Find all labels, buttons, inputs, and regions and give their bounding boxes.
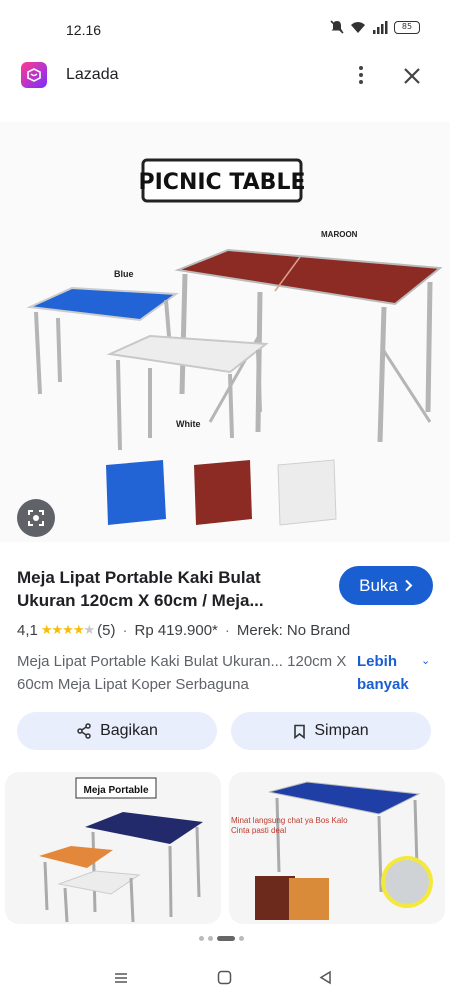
dot-icon	[359, 73, 363, 77]
carousel-dot	[199, 936, 204, 941]
blue-table-top	[26, 286, 179, 322]
result-description: Meja Lipat Portable Kaki Bulat Ukuran...…	[17, 653, 347, 693]
price: Rp 419.900*	[134, 622, 218, 639]
product-image[interactable]: PICNIC TABLE MAROON Blue White	[0, 122, 450, 542]
maroon-swatch	[194, 460, 252, 525]
carousel-indicator	[199, 936, 244, 941]
carousel-dot	[239, 936, 244, 941]
close-icon[interactable]	[398, 62, 426, 90]
review-count: (5)	[97, 622, 116, 639]
result-title[interactable]: Meja Lipat Portable Kaki Bulat Ukuran 12…	[17, 566, 322, 612]
related-caption: Minat langsung chat ya Bos Kalo Cinta pa…	[231, 816, 348, 835]
carousel-dot	[208, 936, 213, 941]
chevron-right-icon	[405, 579, 413, 592]
lazada-logo-icon	[21, 62, 47, 88]
dot-icon	[359, 80, 363, 84]
maroon-label: MAROON	[321, 230, 358, 239]
save-button[interactable]: Simpan	[231, 712, 431, 750]
signal-icon	[373, 20, 388, 34]
picnic-table-illustration: PICNIC TABLE MAROON Blue White	[26, 158, 443, 526]
star-rating-icon: ★★★★★	[40, 623, 95, 638]
system-navigation-bar	[0, 965, 450, 1000]
blue-swatch	[106, 460, 166, 525]
more-link[interactable]: Lebih banyak ⌄	[357, 650, 437, 696]
related-image: Meja Portable	[39, 777, 203, 923]
white-label: White	[176, 419, 201, 429]
more-link-label: Lebih banyak	[357, 653, 409, 693]
blue-label: Blue	[114, 269, 134, 279]
lens-icon[interactable]	[17, 499, 55, 537]
wifi-icon	[351, 21, 365, 33]
visit-button[interactable]: Buka	[339, 566, 433, 605]
battery-icon: 85	[394, 20, 420, 34]
status-icons: 85	[330, 20, 420, 34]
related-caption: Meja Portable	[83, 785, 148, 796]
status-time: 12.16	[66, 22, 102, 38]
carousel-dot-active	[217, 936, 235, 941]
visit-button-label: Buka	[359, 575, 398, 595]
share-icon	[77, 723, 91, 739]
chevron-down-icon: ⌄	[421, 655, 431, 667]
more-options-button[interactable]	[350, 60, 372, 90]
rating-value: 4,1	[17, 622, 38, 639]
bookmark-icon	[294, 724, 306, 739]
maroon-table-top	[174, 248, 443, 306]
mute-icon	[330, 20, 344, 34]
related-image: Minat langsung chat ya Bos Kalo Cinta pa…	[231, 781, 433, 920]
dot-icon	[359, 66, 363, 70]
save-button-label: Simpan	[314, 722, 369, 739]
share-button-label: Bagikan	[100, 722, 158, 739]
related-result-card[interactable]: Minat langsung chat ya Bos Kalo Cinta pa…	[229, 772, 445, 924]
back-icon[interactable]	[318, 970, 333, 985]
status-bar: 12.16 85	[0, 0, 450, 60]
brand: Merek: No Brand	[236, 622, 351, 639]
recent-apps-icon[interactable]	[114, 971, 128, 985]
share-button[interactable]: Bagikan	[17, 712, 217, 750]
sign-text: PICNIC TABLE	[139, 170, 306, 195]
top-bar: Lazada	[0, 52, 450, 100]
rating-row: 4,1 ★★★★★ (5) · Rp 419.900* · Merek: No …	[17, 622, 351, 639]
related-result-card[interactable]: Meja Portable	[5, 772, 221, 924]
home-icon[interactable]	[217, 970, 232, 985]
white-swatch	[277, 459, 337, 526]
app-name: Lazada	[66, 66, 119, 83]
